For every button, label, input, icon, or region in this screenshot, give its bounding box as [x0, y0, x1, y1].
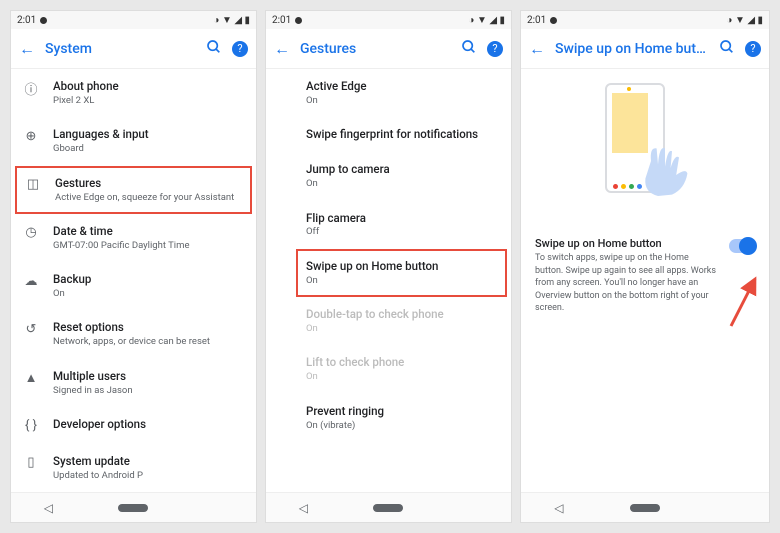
status-bar: 2:01 ◑ ▼ ◢ ▮ [521, 11, 769, 29]
detail-content: Swipe up on Home button To switch apps, … [521, 69, 769, 492]
status-bar: 2:01 ◑ ▼ ◢ ▮ [11, 11, 256, 29]
detail-title: Swipe up on Home button [535, 237, 719, 250]
toggle-swipe-up[interactable] [729, 239, 755, 253]
item-backup[interactable]: ☁ BackupOn [11, 262, 256, 310]
hand-icon [630, 133, 700, 203]
phone-icon: ▯ [23, 455, 39, 471]
hero-illustration [521, 69, 769, 227]
search-icon[interactable] [719, 39, 735, 59]
back-icon[interactable]: ← [274, 39, 290, 59]
help-icon[interactable]: ? [232, 41, 248, 57]
nav-back-icon[interactable]: ◁ [299, 501, 308, 515]
nav-bar: ◁ ◁ [521, 492, 769, 522]
item-system-update[interactable]: ▯ System updateUpdated to Android P [11, 444, 256, 492]
item-gestures[interactable]: ◫ GesturesActive Edge on, squeeze for yo… [15, 166, 252, 214]
globe-icon: ⊕ [23, 128, 39, 144]
nav-home-pill[interactable] [630, 504, 660, 512]
search-icon[interactable] [206, 39, 222, 59]
status-icons: ◑ ▼ ◢ ▮ [468, 15, 505, 26]
item-double-tap[interactable]: Double-tap to check phoneOn [266, 297, 511, 345]
screen-gestures: 2:01 ◑ ▼ ◢ ▮ ← Gestures ? Active EdgeOn … [265, 10, 512, 523]
nav-home-pill[interactable] [373, 504, 403, 512]
status-bar: 2:01 ◑ ▼ ◢ ▮ [266, 11, 511, 29]
item-lift-check[interactable]: Lift to check phoneOn [266, 345, 511, 393]
gestures-list: Active EdgeOn Swipe fingerprint for noti… [266, 69, 511, 492]
page-title: Gestures [300, 41, 451, 57]
screen-swipe-up-detail: 2:01 ◑ ▼ ◢ ▮ ← Swipe up on Home butt... … [520, 10, 770, 523]
item-about-phone[interactable]: ⓘ About phonePixel 2 XL [11, 69, 256, 117]
nav-back-icon[interactable]: ◁ [44, 501, 53, 515]
info-icon: ⓘ [23, 80, 39, 96]
settings-list: ⓘ About phonePixel 2 XL ⊕ Languages & in… [11, 69, 256, 492]
app-bar: ← System ? [11, 29, 256, 69]
page-title: Swipe up on Home butt... [555, 41, 709, 57]
item-languages[interactable]: ⊕ Languages & inputGboard [11, 117, 256, 165]
help-icon[interactable]: ? [745, 41, 761, 57]
page-title: System [45, 41, 196, 57]
help-icon[interactable]: ? [487, 41, 503, 57]
notification-dot [40, 17, 47, 24]
status-icons: ◑ ▼ ◢ ▮ [213, 15, 250, 26]
item-reset[interactable]: ↺ Reset optionsNetwork, apps, or device … [11, 310, 256, 358]
item-active-edge[interactable]: Active EdgeOn [266, 69, 511, 117]
item-swipe-fingerprint[interactable]: Swipe fingerprint for notifications [266, 117, 511, 152]
screen-system: 2:01 ◑ ▼ ◢ ▮ ← System ? ⓘ About phonePix… [10, 10, 257, 523]
user-icon: ▲ [23, 370, 39, 386]
item-multiple-users[interactable]: ▲ Multiple usersSigned in as Jason [11, 359, 256, 407]
item-developer-options[interactable]: { } Developer options [11, 407, 256, 444]
app-bar: ← Swipe up on Home butt... ? [521, 29, 769, 69]
setting-detail: Swipe up on Home button To switch apps, … [521, 227, 769, 325]
status-time: 2:01 [527, 15, 546, 26]
item-date-time[interactable]: ◷ Date & timeGMT-07:00 Pacific Daylight … [11, 214, 256, 262]
nav-back-icon[interactable]: ◁ [554, 501, 563, 515]
status-time: 2:01 [272, 15, 291, 26]
nav-bar: ◁ ◁ [266, 492, 511, 522]
search-icon[interactable] [461, 39, 477, 59]
app-bar: ← Gestures ? [266, 29, 511, 69]
detail-description: To switch apps, swipe up on the Home but… [535, 252, 719, 315]
back-icon[interactable]: ← [19, 39, 35, 59]
back-icon[interactable]: ← [529, 39, 545, 59]
item-flip-camera[interactable]: Flip cameraOff [266, 201, 511, 249]
item-prevent-ringing[interactable]: Prevent ringingOn (vibrate) [266, 394, 511, 442]
backup-icon: ☁ [23, 273, 39, 289]
reset-icon: ↺ [23, 321, 39, 337]
clock-icon: ◷ [23, 225, 39, 241]
nav-home-pill[interactable] [118, 504, 148, 512]
gestures-icon: ◫ [25, 177, 41, 193]
nav-bar: ◁ ◁ [11, 492, 256, 522]
status-time: 2:01 [17, 15, 36, 26]
notification-dot [295, 17, 302, 24]
braces-icon: { } [23, 418, 39, 434]
status-icons: ◑ ▼ ◢ ▮ [726, 15, 763, 26]
item-jump-camera[interactable]: Jump to cameraOn [266, 152, 511, 200]
item-swipe-up-home[interactable]: Swipe up on Home buttonOn [296, 249, 507, 297]
notification-dot [550, 17, 557, 24]
